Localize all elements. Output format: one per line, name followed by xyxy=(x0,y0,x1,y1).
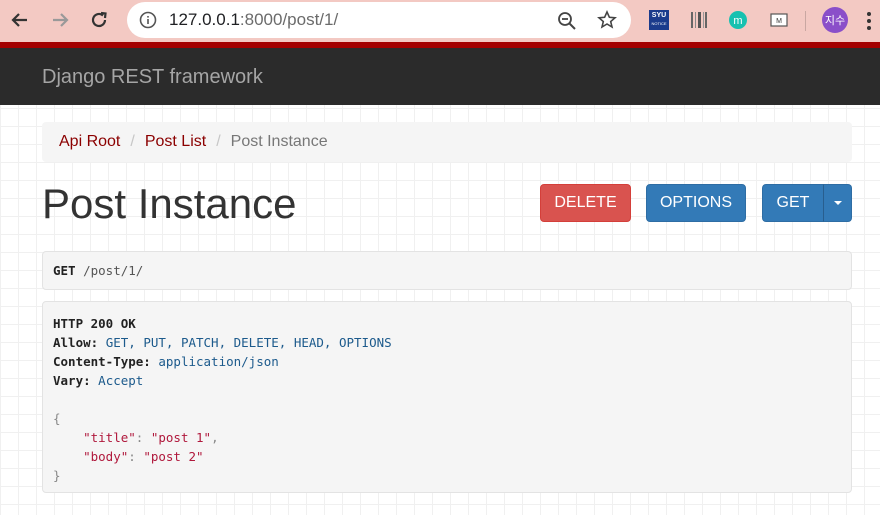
breadcrumb: Api Root / Post List / Post Instance xyxy=(42,122,852,162)
header-value: Accept xyxy=(98,373,144,388)
bookmark-star-icon[interactable] xyxy=(597,10,617,35)
notice-label: NOTICE xyxy=(651,21,667,26)
profile-avatar[interactable]: 지수 xyxy=(822,7,848,33)
request-info: GET /post/1/ xyxy=(42,251,852,290)
json-value: "post 2" xyxy=(143,449,204,464)
profile-label: 지수 xyxy=(824,15,846,27)
info-icon[interactable] xyxy=(139,11,157,34)
forward-icon[interactable] xyxy=(48,8,72,32)
header-value: application/json xyxy=(158,354,279,369)
toolbar-divider xyxy=(805,11,806,31)
json-field: "body": "post 2" xyxy=(83,449,204,464)
address-bar[interactable]: 127.0.0.1:8000/post/1/ xyxy=(127,2,631,38)
delete-button[interactable]: DELETE xyxy=(540,184,631,222)
url-host: 127.0.0.1 xyxy=(169,10,240,29)
reload-icon[interactable] xyxy=(87,8,111,32)
menu-dots-icon[interactable] xyxy=(866,11,872,36)
barcode-icon[interactable] xyxy=(688,9,710,31)
m-icon[interactable]: m xyxy=(727,9,749,31)
json-close-brace: } xyxy=(53,468,61,483)
breadcrumb-separator: / xyxy=(216,133,221,150)
breadcrumb-api-root[interactable]: Api Root xyxy=(59,133,120,151)
browser-toolbar: 127.0.0.1:8000/post/1/ SYU NOTICE m M 지수 xyxy=(0,0,880,42)
brand-link[interactable]: Django REST framework xyxy=(42,66,263,89)
json-trail: , xyxy=(211,430,219,445)
request-method: GET xyxy=(53,263,76,278)
header-name: Allow: xyxy=(53,335,99,350)
header-name: Vary: xyxy=(53,373,91,388)
svg-text:M: M xyxy=(776,18,782,25)
header-name: Content-Type: xyxy=(53,354,151,369)
url-path: :8000/post/1/ xyxy=(239,10,339,29)
response-header: Vary: Accept xyxy=(53,371,841,390)
response-header: Content-Type: application/json xyxy=(53,352,841,371)
page-title: Post Instance xyxy=(42,180,297,227)
header-value: GET, PUT, PATCH, DELETE, HEAD, OPTIONS xyxy=(105,335,392,350)
mail-icon[interactable]: M xyxy=(768,9,790,31)
breadcrumb-active: Post Instance xyxy=(230,133,328,150)
json-key: "title" xyxy=(83,430,136,445)
breadcrumb-post-list[interactable]: Post List xyxy=(145,133,206,151)
navbar: Django REST framework xyxy=(0,48,880,105)
response-status: HTTP 200 OK xyxy=(53,316,136,331)
zoom-icon[interactable] xyxy=(557,11,577,36)
json-key: "body" xyxy=(83,449,129,464)
syu-label: SYU xyxy=(651,12,667,19)
response-header: Allow: GET, PUT, PATCH, DELETE, HEAD, OP… xyxy=(53,333,841,352)
json-value: "post 1" xyxy=(150,430,212,445)
request-path: /post/1/ xyxy=(83,263,144,278)
back-icon[interactable] xyxy=(8,8,32,32)
url-text: 127.0.0.1:8000/post/1/ xyxy=(169,10,338,30)
syu-notice-icon[interactable]: SYU NOTICE xyxy=(648,9,670,31)
svg-text:m: m xyxy=(733,15,742,27)
json-open-brace: { xyxy=(53,411,61,426)
breadcrumb-separator: / xyxy=(130,133,135,150)
json-field: "title": "post 1", xyxy=(83,430,219,445)
response-info: HTTP 200 OK Allow: GET, PUT, PATCH, DELE… xyxy=(42,301,852,493)
get-format-dropdown[interactable] xyxy=(823,184,852,222)
caret-down-icon xyxy=(833,201,842,205)
get-button[interactable]: GET xyxy=(762,184,824,222)
options-button[interactable]: OPTIONS xyxy=(646,184,746,222)
